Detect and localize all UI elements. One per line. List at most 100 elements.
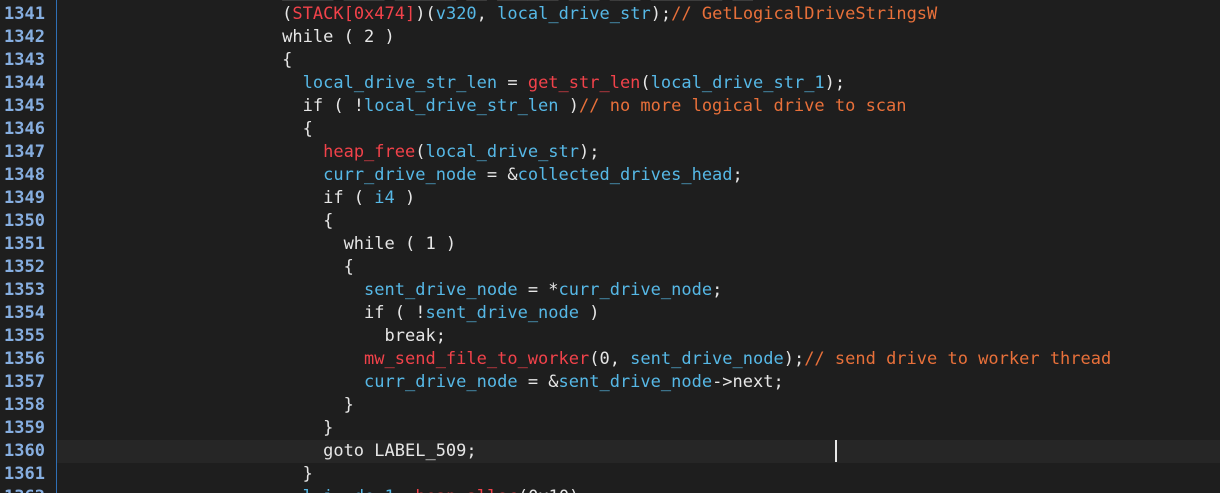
line-number: 1359	[4, 418, 45, 438]
code-token: }	[57, 418, 334, 438]
code-line[interactable]: if ( i4 )	[57, 187, 1220, 210]
code-token: );	[579, 142, 600, 162]
code-token: {	[57, 50, 293, 70]
code-token: sent_drive_node	[425, 303, 579, 323]
line-number: 1345	[4, 96, 45, 116]
code-line[interactable]: }	[57, 394, 1220, 417]
code-token: mw_send_file_to_worker	[364, 349, 590, 369]
code-token: o	[497, 487, 507, 493]
code-line[interactable]: break;	[57, 325, 1220, 348]
code-token: local_drive_str	[425, 142, 580, 162]
code-line[interactable]: local_drive_str_len = get_str_len(local_…	[57, 72, 1220, 95]
code-token: curr_drive_node	[558, 280, 713, 300]
code-token: // GetLogicalDriveStringsW	[671, 4, 938, 24]
code-token: (0,	[589, 349, 631, 369]
line-number: 1356	[4, 349, 45, 369]
line-number: 1348	[4, 165, 45, 185]
code-area[interactable]: _____ ____ ______ __ ______ ___ ___ ____…	[57, 0, 1220, 493]
code-line[interactable]: (STACK[0x474])(v320, local_drive_str);//…	[57, 3, 1220, 26]
line-number: 1353	[4, 280, 45, 300]
code-line[interactable]: if ( !sent_drive_node )	[57, 302, 1220, 325]
line-number: 1344	[4, 73, 45, 93]
line-number: 1343	[4, 50, 45, 70]
code-token: // no more logical drive to scan	[579, 96, 907, 116]
code-line[interactable]: {	[57, 210, 1220, 233]
code-token: collected_drives_head	[517, 165, 733, 185]
code-line[interactable]: {	[57, 118, 1220, 141]
code-token: local_drive_str_1	[650, 73, 825, 93]
line-number: 1351	[4, 234, 45, 254]
line-number: 1342	[4, 27, 45, 47]
line-number: 1350	[4, 211, 45, 231]
code-token: = &	[476, 165, 518, 185]
code-token: ->next;	[712, 372, 784, 392]
code-line-partial-bottom: l_i de_1 heap_alloc(0x10)	[57, 486, 1220, 493]
code-token: i	[323, 487, 333, 493]
code-line[interactable]: heap_free(local_drive_str);	[57, 141, 1220, 164]
code-token: =	[497, 73, 528, 93]
line-number: 1358	[4, 395, 45, 415]
code-token: _____ ____ ______ __ ______ ___ ___ ____…	[282, 0, 753, 1]
code-token: e	[364, 487, 374, 493]
code-token: (	[57, 4, 293, 24]
code-token: sent_drive_node	[364, 280, 518, 300]
line-number: 1357	[4, 372, 45, 392]
code-token: )	[558, 96, 579, 116]
code-token: a	[467, 487, 477, 493]
code-line[interactable]: curr_drive_node = &collected_drives_head…	[57, 164, 1220, 187]
code-token: );	[824, 73, 846, 93]
code-token: i4	[374, 188, 395, 208]
line-number: 1355	[4, 326, 45, 346]
code-line[interactable]: goto LABEL_509;	[57, 440, 1220, 463]
code-token: local_drive_str_len	[302, 73, 498, 93]
code-token: ,	[476, 4, 498, 24]
code-line[interactable]: while ( 1 )	[57, 233, 1220, 256]
line-number: 1361	[4, 464, 45, 484]
text-cursor	[835, 440, 837, 462]
code-token: local_drive_str	[497, 4, 651, 24]
code-token: c	[508, 487, 518, 493]
code-token: STACK[0x474]	[292, 4, 416, 24]
code-token: get_str_len	[527, 73, 641, 93]
code-token: = &	[517, 372, 559, 392]
code-line[interactable]: while ( 2 )	[57, 26, 1220, 49]
code-token: v320	[435, 4, 477, 24]
code-token: (	[640, 73, 651, 93]
code-line[interactable]: {	[57, 256, 1220, 279]
code-line[interactable]: {	[57, 49, 1220, 72]
code-token: h	[415, 487, 425, 493]
code-line[interactable]: }	[57, 463, 1220, 486]
code-line[interactable]: sent_drive_node = *curr_drive_node;	[57, 279, 1220, 302]
code-token: l	[487, 487, 497, 493]
code-token: goto LABEL_509;	[57, 441, 477, 461]
line-number-gutter: 1341 1342 1343 1344 1345 1346 1347 1348 1349 1350…	[0, 0, 57, 493]
pseudocode-editor[interactable]: 1341 1342 1343 1344 1345 1346 1347 1348 1349 1350…	[0, 0, 1220, 493]
code-token: d	[354, 487, 364, 493]
code-line[interactable]: mw_send_file_to_worker(0, sent_drive_nod…	[57, 348, 1220, 371]
line-number: 1346	[4, 119, 45, 139]
line-number: 1360	[4, 441, 45, 461]
code-line[interactable]: curr_drive_node = &sent_drive_node->next…	[57, 371, 1220, 394]
code-token: );	[650, 4, 672, 24]
code-token: }	[57, 395, 354, 415]
code-token: )	[579, 303, 600, 323]
code-line[interactable]: if ( !local_drive_str_len )// no more lo…	[57, 95, 1220, 118]
code-token: // send drive to worker thread	[804, 349, 1112, 369]
code-token: if ( !	[57, 96, 365, 116]
code-token: while ( 1 )	[57, 234, 457, 254]
code-token: p	[446, 487, 456, 493]
code-token: local_drive_str_len	[364, 96, 559, 116]
code-token: e	[426, 487, 436, 493]
line-number: 1354	[4, 303, 45, 323]
line-number: 1347	[4, 142, 45, 162]
code-token: _	[313, 487, 323, 493]
code-line[interactable]: }	[57, 417, 1220, 440]
code-token: if (	[57, 188, 375, 208]
line-number: 1349	[4, 188, 45, 208]
